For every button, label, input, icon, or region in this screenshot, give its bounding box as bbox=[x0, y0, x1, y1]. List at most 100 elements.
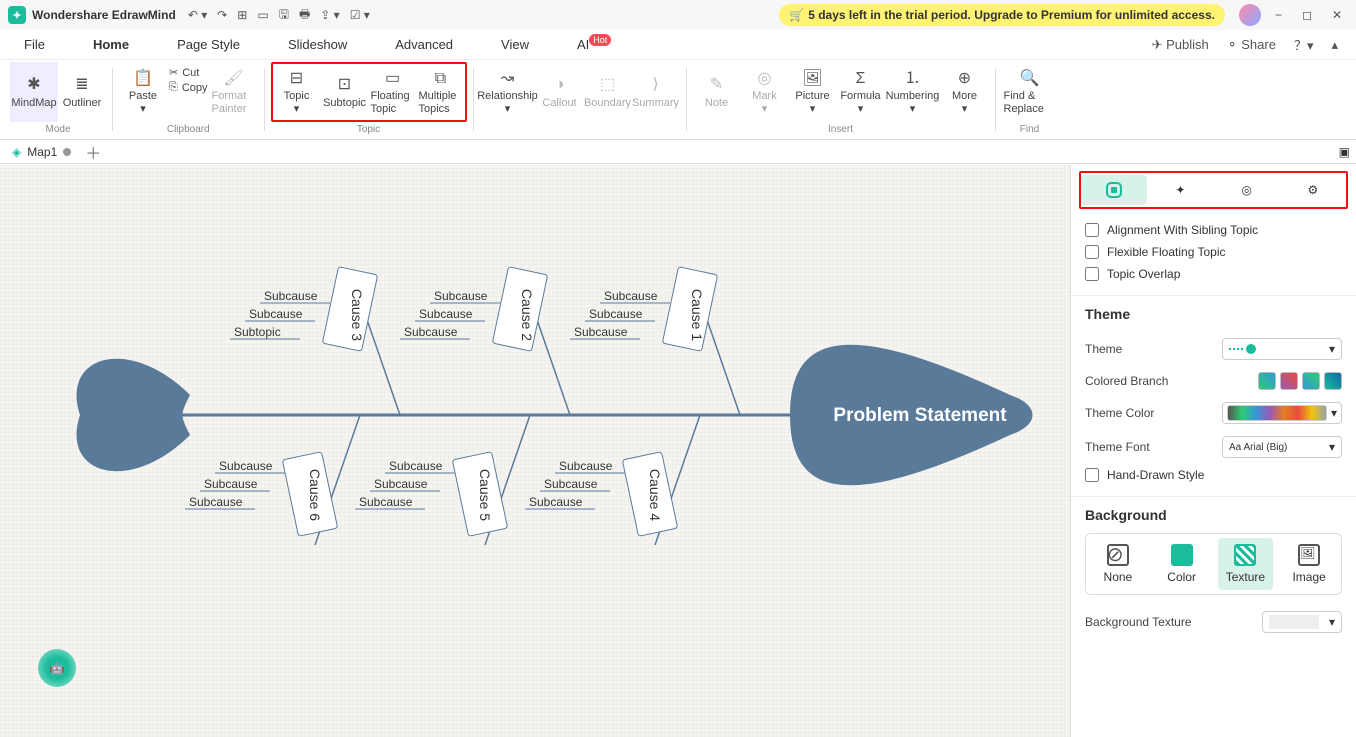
bg-color-button[interactable]: Color bbox=[1154, 538, 1210, 590]
handdrawn-checkbox[interactable]: Hand-Drawn Style bbox=[1085, 464, 1342, 486]
group-clipboard-label: Clipboard bbox=[167, 122, 210, 137]
publish-button[interactable]: ✈ Publish bbox=[1152, 37, 1209, 53]
trial-banner[interactable]: 🛒 5 days left in the trial period. Upgra… bbox=[779, 4, 1225, 26]
new-icon[interactable]: ⊞ bbox=[237, 8, 247, 22]
redo-icon[interactable]: ↷ bbox=[217, 8, 227, 22]
tab-slideshow[interactable]: Slideshow bbox=[282, 35, 353, 54]
bg-image-button[interactable]: 🖼Image bbox=[1281, 538, 1337, 590]
problem-statement: Problem Statement bbox=[833, 405, 1007, 426]
branch-swatch-2[interactable] bbox=[1280, 372, 1298, 390]
svg-text:Subtopic: Subtopic bbox=[234, 325, 281, 339]
panel-toggle-icon[interactable]: ▣ bbox=[1339, 145, 1350, 159]
summary-button[interactable]: ⟩Summary bbox=[632, 62, 680, 122]
doc-tab-1[interactable]: ◈ Map1 bbox=[6, 145, 77, 159]
bg-texture-button[interactable]: Texture bbox=[1218, 538, 1274, 590]
svg-text:Cause 5: Cause 5 bbox=[477, 469, 493, 521]
print-icon[interactable]: 🖶 bbox=[299, 5, 310, 26]
svg-text:Subcause: Subcause bbox=[544, 477, 598, 491]
tab-view[interactable]: View bbox=[495, 35, 535, 54]
numbering-button[interactable]: ⒈Numbering▾ bbox=[885, 62, 941, 122]
floating-topic-button[interactable]: ▭Floating Topic bbox=[369, 64, 417, 120]
mark-button[interactable]: ◎Mark▾ bbox=[741, 62, 789, 122]
svg-text:Subcause: Subcause bbox=[204, 477, 258, 491]
alignment-checkbox[interactable]: Alignment With Sibling Topic bbox=[1085, 219, 1342, 241]
sidebar-tab-style[interactable]: ✦ bbox=[1147, 175, 1213, 205]
relationship-button[interactable]: ↝Relationship▾ bbox=[480, 62, 536, 122]
ribbon: ✱MindMap ≣Outliner Mode 📋Paste▾ ✂ Cut ⎘ … bbox=[0, 60, 1356, 140]
add-tab-button[interactable]: ＋ bbox=[85, 140, 101, 164]
tab-advanced[interactable]: Advanced bbox=[389, 35, 459, 54]
theme-color-select[interactable]: ▾ bbox=[1222, 402, 1342, 424]
theme-font-select[interactable]: Aa Arial (Big)▾ bbox=[1222, 436, 1342, 458]
sidebar-tab-layout[interactable] bbox=[1081, 175, 1147, 205]
minimize-icon[interactable]: − bbox=[1275, 8, 1282, 22]
multiple-topics-button[interactable]: ⧉Multiple Topics bbox=[417, 64, 465, 120]
svg-text:Subcause: Subcause bbox=[559, 459, 613, 473]
svg-text:Subcause: Subcause bbox=[404, 325, 458, 339]
boundary-button[interactable]: ⬚Boundary bbox=[584, 62, 632, 122]
note-button[interactable]: ✎Note bbox=[693, 62, 741, 122]
formula-button[interactable]: ΣFormula▾ bbox=[837, 62, 885, 122]
paste-button[interactable]: 📋Paste▾ bbox=[119, 62, 167, 122]
format-painter-button[interactable]: 🖌Format Painter bbox=[210, 62, 258, 122]
unsaved-dot-icon bbox=[63, 148, 71, 156]
branch-swatch-4[interactable] bbox=[1324, 372, 1342, 390]
window-buttons: − ◻ ✕ bbox=[1275, 8, 1342, 22]
avatar[interactable] bbox=[1239, 4, 1261, 26]
tab-file[interactable]: File bbox=[18, 35, 51, 54]
tab-ai[interactable]: AIHot bbox=[571, 35, 617, 54]
background-section-title: Background bbox=[1085, 507, 1342, 523]
group-topic-label: Topic bbox=[357, 122, 380, 137]
doc-tabs: ◈ Map1 ＋ ▣ bbox=[0, 140, 1356, 164]
svg-text:Subcause: Subcause bbox=[374, 477, 428, 491]
close-icon[interactable]: ✕ bbox=[1332, 8, 1342, 22]
app-name: Wondershare EdrawMind bbox=[32, 8, 176, 22]
svg-text:Subcause: Subcause bbox=[219, 459, 273, 473]
subtopic-button[interactable]: ⊡Subtopic bbox=[321, 64, 369, 120]
topic-button[interactable]: ⊟Topic▾ bbox=[273, 64, 321, 120]
picture-button[interactable]: 🖼Picture▾ bbox=[789, 62, 837, 122]
bg-texture-select[interactable]: ▾ bbox=[1262, 611, 1342, 633]
sidebar-tab-settings[interactable]: ⚙ bbox=[1280, 175, 1346, 205]
flexible-float-checkbox[interactable]: Flexible Floating Topic bbox=[1085, 241, 1342, 263]
svg-text:Cause 1: Cause 1 bbox=[689, 289, 705, 341]
app-logo: ✦ bbox=[8, 6, 26, 24]
export-icon[interactable]: ⇪ ▾ bbox=[320, 8, 339, 22]
outliner-button[interactable]: ≣Outliner bbox=[58, 62, 106, 122]
cut-button[interactable]: ✂ Cut bbox=[169, 66, 208, 79]
chat-button[interactable]: 🤖 bbox=[38, 649, 76, 687]
maximize-icon[interactable]: ◻ bbox=[1302, 8, 1312, 22]
sidebar: ✦ ◎ ⚙ Alignment With Sibling Topic Flexi… bbox=[1070, 165, 1356, 737]
branch-swatch-3[interactable] bbox=[1302, 372, 1320, 390]
topic-overlap-checkbox[interactable]: Topic Overlap bbox=[1085, 263, 1342, 285]
svg-text:Cause 3: Cause 3 bbox=[349, 289, 365, 341]
more-button[interactable]: ⊕More▾ bbox=[941, 62, 989, 122]
copy-button[interactable]: ⎘ Copy bbox=[169, 81, 208, 94]
svg-text:Subcause: Subcause bbox=[249, 307, 303, 321]
canvas[interactable]: Problem Statement Cause 3 Subcause Subcaus… bbox=[0, 165, 1070, 737]
svg-text:Subcause: Subcause bbox=[264, 289, 318, 303]
group-mode-label: Mode bbox=[45, 122, 70, 137]
collapse-ribbon-icon[interactable]: ▴ bbox=[1331, 37, 1338, 53]
sidebar-tab-mark[interactable]: ◎ bbox=[1214, 175, 1280, 205]
tab-home[interactable]: Home bbox=[87, 35, 135, 54]
svg-text:Subcause: Subcause bbox=[604, 289, 658, 303]
callout-button[interactable]: ◑Callout bbox=[536, 62, 584, 122]
open-icon[interactable]: ▭ bbox=[257, 8, 268, 22]
save-icon[interactable]: 🖫 bbox=[279, 5, 289, 26]
theme-select[interactable]: ▾ bbox=[1222, 338, 1342, 360]
share-icon[interactable]: ☑ ▾ bbox=[350, 8, 370, 22]
tab-page-style[interactable]: Page Style bbox=[171, 35, 246, 54]
share-button[interactable]: ⚬ Share bbox=[1227, 37, 1276, 53]
find-replace-button[interactable]: 🔍Find & Replace bbox=[1002, 62, 1058, 122]
svg-text:Subcause: Subcause bbox=[434, 289, 488, 303]
branch-swatch-1[interactable] bbox=[1258, 372, 1276, 390]
undo-icon[interactable]: ↶ ▾ bbox=[188, 8, 207, 22]
mindmap-button[interactable]: ✱MindMap bbox=[10, 62, 58, 122]
svg-text:Subcause: Subcause bbox=[589, 307, 643, 321]
quick-access-toolbar: ↶ ▾ ↷ ⊞ ▭ 🖫 🖶 ⇪ ▾ ☑ ▾ bbox=[188, 5, 370, 26]
svg-text:Subcause: Subcause bbox=[359, 495, 413, 509]
bg-none-button[interactable]: ⊘None bbox=[1090, 538, 1146, 590]
sidebar-tabs-highlight: ✦ ◎ ⚙ bbox=[1079, 171, 1348, 209]
help-icon[interactable]: ？▾ bbox=[1294, 35, 1314, 54]
